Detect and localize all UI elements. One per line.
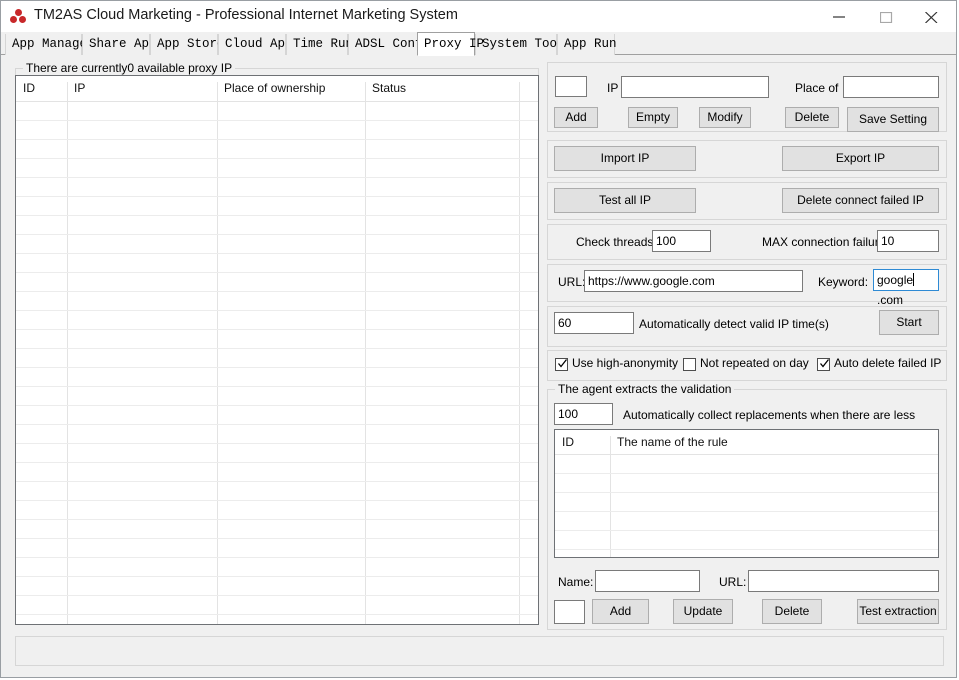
keyword-input[interactable]: google.com bbox=[873, 269, 939, 291]
rule-delete-button[interactable]: Delete bbox=[762, 599, 822, 624]
export-ip-button[interactable]: Export IP bbox=[782, 146, 939, 171]
empty-button[interactable]: Empty bbox=[628, 107, 678, 128]
add-ip-button[interactable]: Add bbox=[554, 107, 598, 128]
column-header-status[interactable]: Status bbox=[365, 76, 519, 102]
tab-cloud-app[interactable]: Cloud App bbox=[218, 34, 286, 55]
check-icon bbox=[557, 358, 568, 369]
save-setting-button[interactable]: Save Setting bbox=[847, 107, 939, 132]
window-title: TM2AS Cloud Marketing - Professional Int… bbox=[34, 7, 458, 23]
rule-url-label: URL: bbox=[719, 575, 746, 589]
checkbox-box[interactable] bbox=[683, 358, 696, 371]
max-connection-failure-input[interactable]: 10 bbox=[877, 230, 939, 252]
rule-url-input[interactable] bbox=[748, 570, 939, 592]
delete-connect-failed-ip-button[interactable]: Delete connect failed IP bbox=[782, 188, 939, 213]
column-header-id[interactable]: ID bbox=[16, 76, 67, 102]
proxy-ip-list-panel: There are currently0 available proxy IP … bbox=[15, 62, 539, 625]
keyword-label: Keyword: bbox=[818, 275, 868, 289]
title-bar: TM2AS Cloud Marketing - Professional Int… bbox=[1, 1, 956, 32]
proxy-list-legend: There are currently0 available proxy IP bbox=[23, 61, 235, 75]
status-bar bbox=[15, 636, 944, 666]
checkbox-label: Auto delete failed IP bbox=[834, 356, 941, 370]
rule-column-header-name[interactable]: The name of the rule bbox=[610, 430, 938, 455]
column-header-place-of-ownership[interactable]: Place of ownership bbox=[217, 76, 365, 102]
ip-label: IP bbox=[607, 81, 618, 95]
modify-button[interactable]: Modify bbox=[699, 107, 751, 128]
check-threads-input[interactable]: 100 bbox=[652, 230, 711, 252]
rule-name-label: Name: bbox=[558, 575, 593, 589]
rule-column-header-id[interactable]: ID bbox=[555, 430, 610, 455]
rule-name-input[interactable] bbox=[595, 570, 700, 592]
three-red-dots-logo-icon bbox=[10, 9, 28, 25]
test-all-ip-button[interactable]: Test all IP bbox=[554, 188, 696, 213]
import-ip-button[interactable]: Import IP bbox=[554, 146, 696, 171]
tab-app-manage[interactable]: App Manage bbox=[5, 34, 82, 55]
tab-system-tools[interactable]: System Tools bbox=[475, 34, 557, 55]
auto-detect-interval-input[interactable]: 60 bbox=[554, 312, 634, 334]
minimize-button[interactable] bbox=[817, 1, 862, 32]
collect-threshold-label: Automatically collect replacements when … bbox=[623, 408, 915, 422]
tab-app-run[interactable]: App Run bbox=[557, 34, 615, 55]
keyword-text-after-caret: .com bbox=[877, 293, 903, 307]
checkbox-label: Use high-anonymity bbox=[572, 356, 678, 370]
auto-detect-label: Automatically detect valid IP time(s) bbox=[639, 317, 829, 331]
url-label: URL: bbox=[558, 275, 585, 289]
close-button[interactable] bbox=[909, 1, 954, 32]
collect-threshold-input[interactable]: 100 bbox=[554, 403, 613, 425]
max-connection-failure-label: MAX connection failure bbox=[762, 235, 885, 249]
table-header-row: ID IP Place of ownership Status bbox=[16, 76, 538, 102]
rule-index-box[interactable] bbox=[554, 600, 585, 624]
tab-proxy-ip[interactable]: Proxy IP bbox=[417, 32, 475, 56]
rule-update-button[interactable]: Update bbox=[673, 599, 733, 624]
checkbox-label: Not repeated on day bbox=[700, 356, 809, 370]
tab-share-app[interactable]: Share App bbox=[82, 34, 150, 55]
minimize-icon bbox=[833, 12, 846, 21]
main-tab-strip[interactable]: App Manage Share App App Store Cloud App… bbox=[1, 32, 956, 55]
check-threads-label: Check threads: bbox=[576, 235, 657, 249]
place-of-input[interactable] bbox=[843, 76, 939, 98]
proxy-ip-table[interactable]: ID IP Place of ownership Status bbox=[15, 75, 539, 625]
checkbox-box[interactable] bbox=[555, 358, 568, 371]
maximize-icon bbox=[880, 12, 893, 23]
column-header-extra[interactable] bbox=[519, 76, 538, 102]
tab-adsl-config[interactable]: ADSL Config bbox=[348, 34, 428, 55]
text-caret bbox=[913, 273, 914, 286]
place-of-label: Place of bbox=[795, 81, 838, 95]
application-window: TM2AS Cloud Marketing - Professional Int… bbox=[0, 0, 957, 678]
table-body[interactable] bbox=[16, 102, 538, 624]
url-input[interactable]: https://www.google.com bbox=[584, 270, 803, 292]
extraction-rules-table[interactable]: ID The name of the rule bbox=[554, 429, 939, 558]
delete-ip-button[interactable]: Delete bbox=[785, 107, 839, 128]
column-header-ip[interactable]: IP bbox=[67, 76, 217, 102]
test-extraction-button[interactable]: Test extraction bbox=[857, 599, 939, 624]
check-icon bbox=[819, 358, 830, 369]
ip-input[interactable] bbox=[621, 76, 769, 98]
start-button[interactable]: Start bbox=[879, 310, 939, 335]
rules-header-row: ID The name of the rule bbox=[555, 430, 938, 455]
close-icon bbox=[925, 12, 938, 23]
ip-index-box[interactable] bbox=[555, 76, 587, 97]
rule-add-button[interactable]: Add bbox=[592, 599, 649, 624]
tab-time-run[interactable]: Time Run bbox=[286, 34, 348, 55]
checkbox-box[interactable] bbox=[817, 358, 830, 371]
tab-app-store[interactable]: App Store bbox=[150, 34, 218, 55]
rules-table-body[interactable] bbox=[555, 455, 938, 557]
agent-extract-legend: The agent extracts the validation bbox=[555, 382, 734, 396]
proxy-settings-panel: IP Place of Add Empty Modify Delete Save… bbox=[547, 62, 947, 630]
keyword-text-before-caret: google bbox=[877, 273, 913, 287]
maximize-button[interactable] bbox=[864, 1, 909, 32]
